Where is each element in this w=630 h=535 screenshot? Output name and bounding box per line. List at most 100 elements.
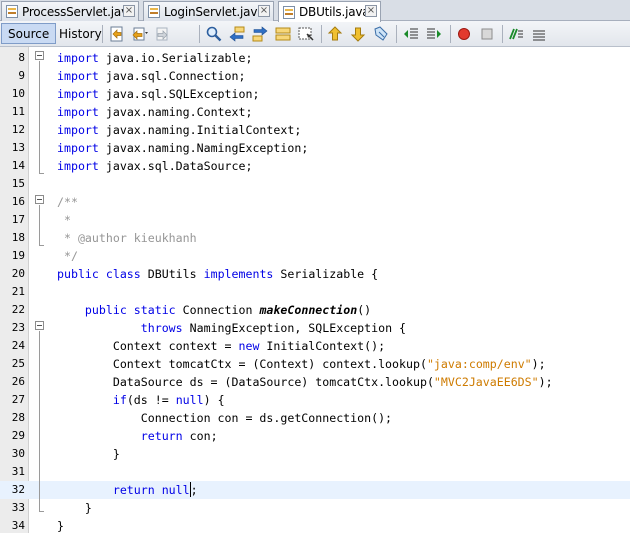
find-previous-icon[interactable] xyxy=(228,25,246,43)
code-line[interactable]: 17 * xyxy=(0,211,630,229)
code-text: import javax.sql.DataSource; xyxy=(57,157,252,175)
code-text: Context context = new InitialContext(); xyxy=(57,337,385,355)
stop-macro-icon[interactable] xyxy=(478,25,496,43)
code-line[interactable]: 13 import javax.naming.NamingException; xyxy=(0,139,630,157)
code-token: InitialContext(); xyxy=(266,339,386,353)
code-line[interactable]: 26 DataSource ds = (DataSource) tomcatCt… xyxy=(0,373,630,391)
fold-toggle-icon[interactable] xyxy=(35,321,44,330)
code-editor[interactable]: 8 import java.io.Serializable; 9 import jav… xyxy=(0,47,630,533)
history-view-button[interactable]: History xyxy=(52,23,109,44)
code-line[interactable]: 34} xyxy=(0,517,630,535)
code-token: Context context = xyxy=(57,339,239,353)
next-bookmark-icon[interactable] xyxy=(349,25,367,43)
code-line[interactable]: 14 import javax.sql.DataSource; xyxy=(0,157,630,175)
line-number: 23 xyxy=(11,321,25,334)
find-icon[interactable] xyxy=(205,25,223,43)
code-text: Context tomcatCtx = (Context) context.lo… xyxy=(57,355,546,373)
code-text: public class DBUtils implements Serializ… xyxy=(57,265,378,283)
code-line[interactable]: 10 import java.sql.SQLException; xyxy=(0,85,630,103)
java-file-icon xyxy=(283,5,295,19)
code-line[interactable]: 21 xyxy=(0,283,630,301)
code-line[interactable]: 11 import javax.naming.Context; xyxy=(0,103,630,121)
keyword-token: import xyxy=(57,159,99,173)
code-line[interactable]: 28 Connection con = ds.getConnection(); xyxy=(0,409,630,427)
code-text: /** xyxy=(57,193,78,211)
back-icon[interactable] xyxy=(131,25,149,43)
code-text: throws NamingException, SQLException { xyxy=(57,319,406,337)
line-number: 16 xyxy=(11,195,25,208)
tab-dbutils[interactable]: DBUtils.java × xyxy=(278,1,381,22)
toggle-highlight-icon[interactable] xyxy=(274,25,292,43)
fold-toggle-icon[interactable] xyxy=(35,195,44,204)
code-line[interactable]: 8 import java.io.Serializable; xyxy=(0,49,630,67)
line-number: 34 xyxy=(11,519,25,532)
code-line[interactable]: 15 xyxy=(0,175,630,193)
code-line[interactable]: 25 Context tomcatCtx = (Context) context… xyxy=(0,355,630,373)
line-number: 17 xyxy=(11,213,25,226)
code-token: java.io.Serializable; xyxy=(105,51,253,65)
uncomment-icon[interactable] xyxy=(530,25,548,43)
line-number: 19 xyxy=(11,249,25,262)
toolbar-separator xyxy=(102,25,103,43)
shift-left-icon[interactable] xyxy=(402,25,420,43)
code-token: ); xyxy=(538,375,553,389)
line-number: 25 xyxy=(11,357,25,370)
code-line[interactable]: 30 } xyxy=(0,445,630,463)
code-line[interactable]: 24 Context context = new InitialContext(… xyxy=(0,337,630,355)
keyword-token: return xyxy=(140,429,183,443)
close-tab-icon[interactable]: × xyxy=(123,5,135,17)
code-token: (ds != xyxy=(126,393,176,407)
line-number: 11 xyxy=(11,105,25,118)
tab-loginservlet[interactable]: LoginServlet.java × xyxy=(143,1,274,21)
find-next-icon[interactable] xyxy=(251,25,269,43)
forward-icon[interactable] xyxy=(154,25,172,43)
code-text: return null; xyxy=(57,481,198,499)
comment-icon[interactable] xyxy=(507,25,525,43)
code-line[interactable]: 32 return null; xyxy=(0,481,630,499)
line-number: 13 xyxy=(11,141,25,154)
tab-processservlet[interactable]: ProcessServlet.java × xyxy=(1,1,139,21)
line-number: 10 xyxy=(11,87,25,100)
code-line[interactable]: 9 import java.sql.Connection; xyxy=(0,67,630,85)
keyword-token: new xyxy=(238,339,260,353)
line-number: 14 xyxy=(11,159,25,172)
code-line[interactable]: 22 public static Connection makeConnecti… xyxy=(0,301,630,319)
last-edit-icon[interactable] xyxy=(108,25,126,43)
find-selection-icon[interactable] xyxy=(297,25,315,43)
code-line[interactable]: 23 throws NamingException, SQLException … xyxy=(0,319,630,337)
previous-bookmark-icon[interactable] xyxy=(326,25,344,43)
code-text: return con; xyxy=(57,427,218,445)
code-text: } xyxy=(57,445,120,463)
code-text: import javax.naming.NamingException; xyxy=(57,139,308,157)
close-tab-icon[interactable]: × xyxy=(365,5,377,17)
keyword-token: throws xyxy=(140,321,183,335)
keyword-token: public static xyxy=(84,303,176,317)
line-number: 31 xyxy=(11,465,25,478)
shift-right-icon[interactable] xyxy=(425,25,443,43)
editor-toolbar: Source History xyxy=(0,21,630,47)
code-line[interactable]: 20 public class DBUtils implements Serial… xyxy=(0,265,630,283)
fold-toggle-icon[interactable] xyxy=(35,51,44,60)
code-line[interactable]: 12 import javax.naming.InitialContext; xyxy=(0,121,630,139)
tab-label: ProcessServlet.java xyxy=(22,4,136,19)
line-number: 15 xyxy=(11,177,25,190)
code-line[interactable]: 29 return con; xyxy=(0,427,630,445)
code-line[interactable]: 33 } xyxy=(0,499,630,517)
source-view-button[interactable]: Source xyxy=(1,23,57,44)
toggle-bookmark-icon[interactable] xyxy=(372,25,390,43)
toolbar-separator xyxy=(321,25,322,43)
code-line[interactable]: 19 */ xyxy=(0,247,630,265)
code-line[interactable]: 16 /** xyxy=(0,193,630,211)
start-macro-icon[interactable] xyxy=(455,25,473,43)
code-line[interactable]: 18 * @author kieukhanh xyxy=(0,229,630,247)
code-token: ; xyxy=(190,483,198,497)
code-line[interactable]: 27 if(ds != null) { xyxy=(0,391,630,409)
code-line[interactable]: 31 xyxy=(0,463,630,481)
line-number: 32 xyxy=(11,483,25,496)
code-token: javax.sql.DataSource; xyxy=(105,159,253,173)
fold-guide xyxy=(39,173,44,174)
fold-guide xyxy=(39,511,44,512)
close-tab-icon[interactable]: × xyxy=(258,5,270,17)
